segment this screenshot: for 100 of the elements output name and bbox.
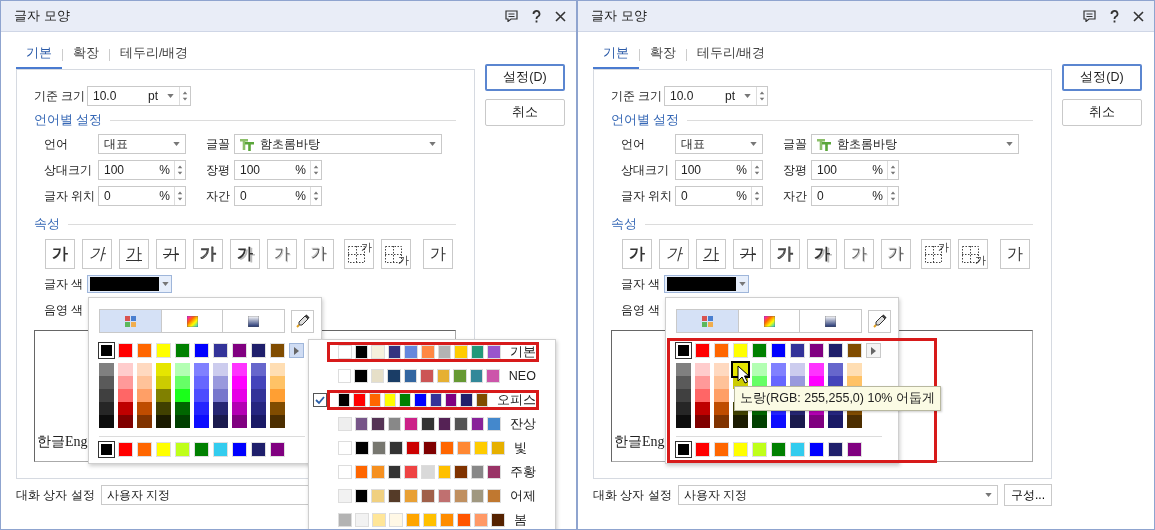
shade-swatch[interactable] [714,389,729,402]
shade-swatch[interactable] [175,415,190,428]
attribute-button[interactable]: 가 [193,239,223,269]
shade-swatch[interactable] [232,402,247,415]
shade-swatch[interactable] [809,363,824,376]
shade-swatch[interactable] [676,363,691,376]
recent-color-swatch[interactable] [733,442,748,457]
attribute-button[interactable]: 가 [230,239,260,269]
attribute-button[interactable]: 가 [881,239,911,269]
recent-color-swatch[interactable] [232,442,247,457]
shade-swatch[interactable] [194,363,209,376]
shade-swatch[interactable] [809,415,824,428]
shade-swatch[interactable] [695,402,710,415]
shade-swatch[interactable] [232,389,247,402]
recent-color-swatch[interactable] [771,442,786,457]
shade-swatch[interactable] [828,363,843,376]
shade-swatch[interactable] [118,415,133,428]
palette-mode-tab[interactable] [100,310,161,332]
recent-color-swatch[interactable] [213,442,228,457]
number-field[interactable]: 100 % [811,160,899,180]
attribute-button[interactable]: 가 [119,239,149,269]
shade-swatch[interactable] [118,389,133,402]
shade-swatch[interactable] [156,402,171,415]
color-swatch[interactable] [251,343,266,358]
shade-swatch[interactable] [270,415,285,428]
attribute-button[interactable]: 가 [156,239,186,269]
color-swatch[interactable] [194,343,209,358]
shade-swatch[interactable] [251,389,266,402]
color-swatch[interactable] [733,343,748,358]
shade-swatch[interactable] [251,376,266,389]
recent-color-swatch[interactable] [828,442,843,457]
close-icon[interactable] [555,10,566,22]
spinner-icon[interactable] [751,187,762,205]
shade-swatch[interactable] [695,415,710,428]
attribute-button[interactable]: 가 [807,239,837,269]
shade-swatch[interactable] [213,402,228,415]
shade-swatch[interactable] [270,402,285,415]
attribute-button[interactable]: 가 [733,239,763,269]
spinner-icon[interactable] [174,187,185,205]
shade-swatch[interactable] [676,415,691,428]
recent-color-swatch[interactable] [714,442,729,457]
shade-swatch[interactable] [137,376,152,389]
comment-icon[interactable] [505,10,518,22]
settings-dropdown[interactable]: 사용자 지정 [677,485,998,505]
help-icon[interactable] [1110,9,1119,23]
dialog-button[interactable]: 설정(D) [1062,64,1142,91]
more-palettes-button[interactable] [289,343,304,358]
shade-swatch[interactable] [175,376,190,389]
theme-menu-item[interactable]: 빛 [327,438,539,458]
attribute-button[interactable]: 가 [770,239,800,269]
shade-swatch[interactable] [251,415,266,428]
shade-swatch[interactable] [137,389,152,402]
shade-swatch[interactable] [137,415,152,428]
color-swatch[interactable] [137,343,152,358]
shade-swatch[interactable] [676,389,691,402]
shade-swatch[interactable] [251,402,266,415]
shade-swatch[interactable] [99,363,114,376]
color-swatch[interactable] [714,343,729,358]
attribute-button[interactable]: 가 [1000,239,1030,269]
tab[interactable]: 테두리/배경 [110,41,199,69]
shade-swatch[interactable] [752,363,767,376]
color-swatch[interactable] [175,343,190,358]
shade-swatch[interactable] [156,415,171,428]
shade-swatch[interactable] [790,415,805,428]
shade-swatch[interactable] [771,415,786,428]
shade-swatch[interactable] [714,376,729,389]
color-picker[interactable] [664,275,750,293]
attribute-button[interactable]: 가 [622,239,652,269]
recent-color-swatch[interactable] [847,442,862,457]
tab[interactable]: 확장 [63,41,109,69]
recent-color-swatch[interactable] [194,442,209,457]
configure-button[interactable]: 구성... [1004,484,1052,506]
shade-swatch[interactable] [828,415,843,428]
shade-swatch[interactable] [194,389,209,402]
spinner-icon[interactable] [887,187,898,205]
number-field[interactable]: 0 % [675,186,763,206]
shade-swatch[interactable] [270,376,285,389]
attribute-button[interactable]: 가 [304,239,334,269]
shade-swatch[interactable] [695,363,710,376]
shade-swatch[interactable] [194,415,209,428]
attribute-button[interactable]: 가 [696,239,726,269]
checkbox-checked-icon[interactable] [313,393,327,407]
size-field[interactable]: 10.0 pt [87,86,191,106]
tab[interactable]: 확장 [640,41,686,69]
shade-swatch[interactable] [771,363,786,376]
spinner-icon[interactable] [310,161,321,179]
attribute-button[interactable]: 가 [921,239,951,269]
shade-swatch[interactable] [137,363,152,376]
recent-color-swatch[interactable] [137,442,152,457]
color-swatch[interactable] [809,343,824,358]
recent-color-swatch[interactable] [790,442,805,457]
font-dropdown[interactable]: 함초롬바탕 [811,134,1019,154]
palette-mode-tab[interactable] [677,310,738,332]
shade-swatch[interactable] [232,376,247,389]
attribute-button[interactable]: 가 [844,239,874,269]
dialog-button[interactable]: 설정(D) [485,64,565,91]
shade-swatch[interactable] [847,415,862,428]
color-swatch[interactable] [828,343,843,358]
spinner-icon[interactable] [887,161,898,179]
shade-swatch[interactable] [676,402,691,415]
